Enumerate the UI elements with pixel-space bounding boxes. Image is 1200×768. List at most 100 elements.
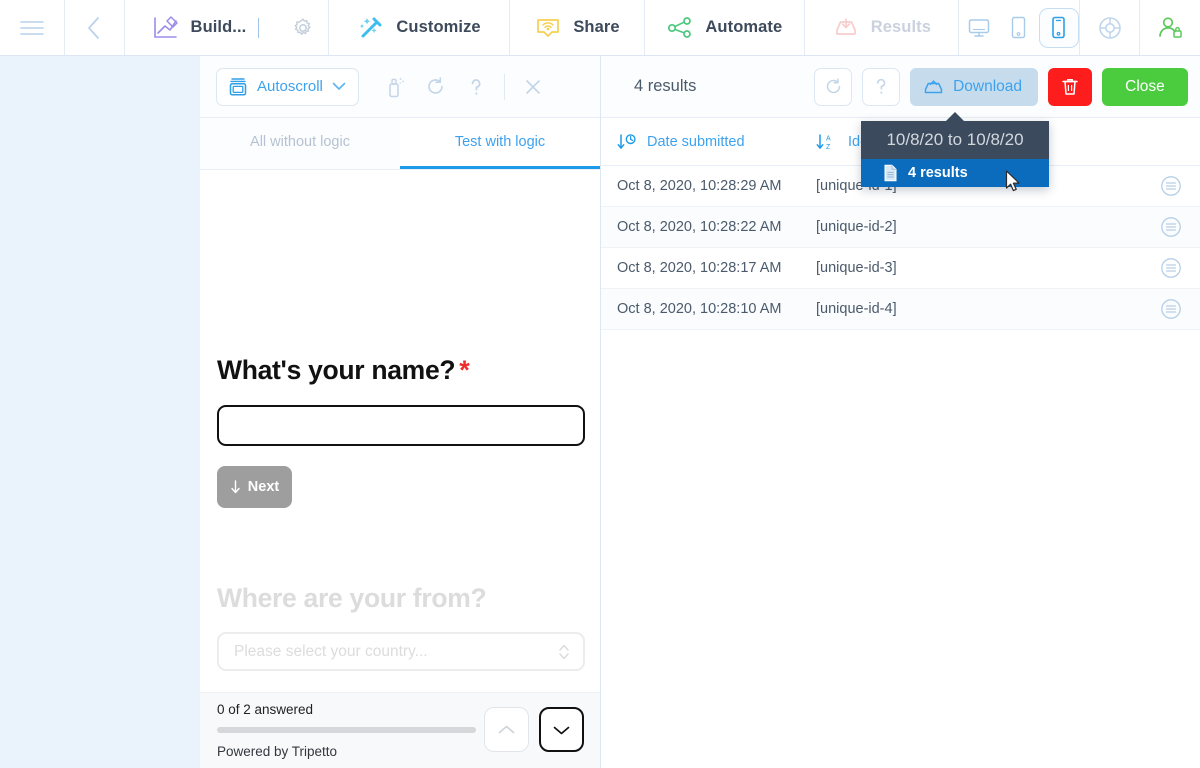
question-icon bbox=[466, 76, 486, 98]
chevron-down-icon bbox=[552, 724, 571, 736]
question-1-title: What's your name? * bbox=[217, 355, 585, 386]
build-settings-button[interactable] bbox=[292, 17, 314, 39]
download-button[interactable]: Download bbox=[910, 67, 1038, 106]
question-block-1: What's your name? * Next bbox=[217, 355, 585, 508]
autoscroll-dropdown[interactable]: Autoscroll bbox=[216, 67, 359, 106]
delete-results-button[interactable] bbox=[1048, 67, 1092, 106]
question-block-2: Where are your from? Please select your … bbox=[217, 583, 585, 672]
cell-date: Oct 8, 2020, 10:28:29 AM bbox=[617, 178, 782, 194]
mouse-cursor bbox=[1005, 170, 1022, 193]
question-2-title: Where are your from? bbox=[217, 583, 487, 613]
cell-identifier: [unique-id-3] bbox=[816, 260, 897, 276]
preview-footer: 0 of 2 answered Powered by Tripetto bbox=[200, 692, 600, 768]
refresh-icon bbox=[425, 76, 446, 97]
close-preview-button[interactable] bbox=[514, 68, 552, 106]
close-icon bbox=[523, 77, 543, 97]
tab-share-label: Share bbox=[573, 18, 620, 36]
cell-date: Oct 8, 2020, 10:28:22 AM bbox=[617, 219, 782, 235]
chevron-updown-icon bbox=[558, 642, 570, 662]
form-canvas: What's your name? * Next Where are your f… bbox=[200, 170, 600, 692]
results-count-label: 4 results bbox=[634, 77, 697, 95]
results-table-body: Oct 8, 2020, 10:28:29 AM [unique-id-1] O… bbox=[601, 166, 1200, 330]
svg-text:Z: Z bbox=[826, 144, 831, 151]
cell-identifier: [unique-id-2] bbox=[816, 219, 897, 235]
column-header-date[interactable]: Date submitted bbox=[601, 133, 816, 151]
menu-button[interactable] bbox=[0, 0, 65, 55]
chevron-down-icon bbox=[332, 82, 346, 91]
row-menu-icon bbox=[1160, 175, 1182, 197]
tab-all-without-logic-label: All without logic bbox=[250, 134, 350, 150]
tab-automate-label: Automate bbox=[705, 18, 783, 36]
restart-preview-button[interactable] bbox=[417, 68, 455, 106]
tab-test-with-logic[interactable]: Test with logic bbox=[400, 118, 600, 169]
footer-nav-group bbox=[484, 707, 584, 752]
close-results-button[interactable]: Close bbox=[1102, 67, 1188, 106]
dropdown-arrow bbox=[945, 112, 965, 122]
mobile-icon bbox=[1051, 16, 1066, 39]
sort-az-icon: A Z bbox=[816, 133, 838, 151]
row-menu-button[interactable] bbox=[1142, 216, 1200, 238]
back-button[interactable] bbox=[65, 0, 125, 55]
preview-help-button[interactable] bbox=[457, 68, 495, 106]
left-backdrop bbox=[0, 56, 200, 768]
tab-automate[interactable]: Automate bbox=[645, 0, 806, 55]
desktop-icon bbox=[967, 17, 991, 39]
column-header-date-label: Date submitted bbox=[647, 133, 745, 150]
country-select[interactable]: Please select your country... bbox=[217, 632, 585, 672]
trash-icon bbox=[1061, 77, 1079, 97]
lifebuoy-icon bbox=[1097, 15, 1123, 41]
question-icon bbox=[872, 76, 890, 97]
country-select-placeholder: Please select your country... bbox=[234, 642, 428, 660]
row-menu-button[interactable] bbox=[1142, 257, 1200, 279]
download-menu-item-label: 4 results bbox=[908, 165, 968, 181]
results-help-button[interactable] bbox=[862, 67, 901, 106]
form-preview-panel: Autoscroll All without logic Test with l… bbox=[200, 56, 601, 768]
cell-date: Oct 8, 2020, 10:28:17 AM bbox=[617, 260, 782, 276]
autoscroll-label: Autoscroll bbox=[257, 78, 323, 95]
results-header: 4 results Download Close bbox=[601, 56, 1200, 118]
refresh-results-button[interactable] bbox=[814, 67, 853, 106]
tab-all-without-logic[interactable]: All without logic bbox=[200, 118, 400, 169]
row-menu-icon bbox=[1160, 298, 1182, 320]
table-row[interactable]: Oct 8, 2020, 10:28:10 AM [unique-id-4] bbox=[601, 289, 1200, 330]
sort-by-date-icon bbox=[617, 133, 637, 151]
question-1-input[interactable] bbox=[217, 404, 585, 446]
download-button-label: Download bbox=[953, 77, 1022, 95]
device-toggle-group bbox=[959, 0, 1081, 55]
download-date-range-label: 10/8/20 to 10/8/20 bbox=[861, 121, 1049, 159]
preview-toolbar: Autoscroll bbox=[200, 56, 600, 118]
scroll-up-button[interactable] bbox=[484, 707, 529, 752]
device-desktop-button[interactable] bbox=[959, 8, 999, 48]
cell-date: Oct 8, 2020, 10:28:10 AM bbox=[617, 301, 782, 317]
table-row[interactable]: Oct 8, 2020, 10:28:22 AM [unique-id-2] bbox=[601, 207, 1200, 248]
top-toolbar: Build... Customize Share Automate Result… bbox=[0, 0, 1200, 56]
table-row[interactable]: Oct 8, 2020, 10:28:17 AM [unique-id-3] bbox=[601, 248, 1200, 289]
row-menu-button[interactable] bbox=[1142, 175, 1200, 197]
tablet-icon bbox=[1010, 16, 1027, 39]
help-button[interactable] bbox=[1080, 0, 1141, 55]
device-mobile-button[interactable] bbox=[1038, 7, 1079, 48]
next-button-label: Next bbox=[247, 478, 280, 495]
build-icon bbox=[152, 15, 180, 41]
row-menu-icon bbox=[1160, 257, 1182, 279]
reset-style-button[interactable] bbox=[377, 68, 415, 106]
refresh-icon bbox=[824, 77, 843, 96]
account-button[interactable] bbox=[1140, 0, 1200, 55]
row-menu-button[interactable] bbox=[1142, 298, 1200, 320]
device-tablet-button[interactable] bbox=[999, 8, 1039, 48]
chevron-left-icon bbox=[86, 15, 102, 41]
chevron-up-icon bbox=[497, 724, 516, 736]
row-menu-icon bbox=[1160, 216, 1182, 238]
next-button[interactable]: Next bbox=[217, 465, 292, 508]
toolbar-divider bbox=[503, 73, 505, 100]
autoscroll-icon bbox=[228, 77, 248, 97]
scroll-down-button[interactable] bbox=[539, 707, 584, 752]
results-inbox-icon bbox=[832, 15, 860, 41]
tab-share[interactable]: Share bbox=[510, 0, 645, 55]
spray-icon bbox=[386, 76, 406, 98]
cell-identifier: [unique-id-4] bbox=[816, 301, 897, 317]
tab-build[interactable]: Build... bbox=[125, 0, 329, 55]
tab-results[interactable]: Results bbox=[805, 0, 959, 55]
hamburger-icon bbox=[19, 19, 45, 37]
tab-customize[interactable]: Customize bbox=[329, 0, 511, 55]
